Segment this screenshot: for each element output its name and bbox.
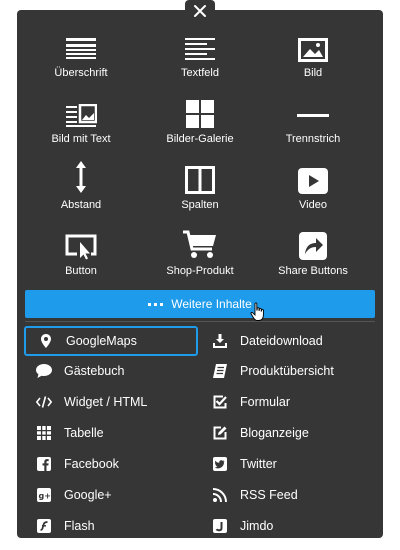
tile-label: Trennstrich bbox=[285, 133, 341, 145]
text-icon bbox=[185, 38, 215, 60]
gallery-icon bbox=[186, 100, 214, 128]
code-icon bbox=[36, 396, 52, 408]
list-item-label: Produktübersicht bbox=[240, 364, 334, 378]
hand-cursor-icon bbox=[250, 302, 264, 321]
image-text-icon bbox=[66, 104, 97, 127]
tile-divider[interactable]: Trennstrich bbox=[252, 92, 374, 154]
list-item-facebook[interactable]: Facebook bbox=[24, 449, 198, 479]
list-item-label: GoogleMaps bbox=[66, 334, 137, 348]
tile-image[interactable]: Bild bbox=[252, 26, 374, 88]
edit-box-icon bbox=[213, 426, 227, 440]
list-item-product-overview[interactable]: Produktübersicht bbox=[200, 356, 374, 386]
catalog-icon bbox=[213, 364, 227, 378]
tile-label: Bilder-Galerie bbox=[166, 133, 234, 145]
rss-icon bbox=[213, 488, 227, 502]
spacing-icon bbox=[76, 161, 86, 193]
list-item-widget-html[interactable]: Widget / HTML bbox=[24, 387, 198, 417]
list-item-label: Gästebuch bbox=[64, 364, 125, 378]
facebook-icon bbox=[37, 457, 51, 471]
dots-icon bbox=[148, 302, 164, 306]
tile-shop-product[interactable]: Shop-Produkt bbox=[139, 224, 261, 286]
tile-label: Bild mit Text bbox=[51, 133, 111, 145]
list-item-rss[interactable]: RSS Feed bbox=[200, 480, 374, 510]
download-icon bbox=[213, 334, 227, 348]
tile-button[interactable]: Button bbox=[20, 224, 142, 286]
google-plus-icon: g+ bbox=[37, 488, 51, 502]
svg-text:g+: g+ bbox=[39, 492, 51, 501]
list-item-table[interactable]: Tabelle bbox=[24, 418, 198, 448]
twitter-icon bbox=[213, 457, 227, 471]
list-item-file-download[interactable]: Dateidownload bbox=[200, 326, 374, 356]
list-item-flash[interactable]: Flash bbox=[24, 511, 198, 541]
list-item-googlemaps[interactable]: GoogleMaps bbox=[24, 326, 198, 356]
map-pin-icon bbox=[41, 334, 51, 348]
tile-label: Spalten bbox=[181, 199, 219, 211]
divider-icon bbox=[297, 114, 329, 117]
flash-icon bbox=[37, 519, 51, 533]
tile-label: Video bbox=[299, 199, 327, 211]
tile-label: Button bbox=[65, 265, 97, 277]
list-item-guestbook[interactable]: Gästebuch bbox=[24, 356, 198, 386]
list-item-twitter[interactable]: Twitter bbox=[200, 449, 374, 479]
tile-label: Überschrift bbox=[54, 67, 108, 79]
list-item-form[interactable]: Formular bbox=[200, 387, 374, 417]
list-item-label: Bloganzeige bbox=[240, 426, 309, 440]
list-item-label: Flash bbox=[64, 519, 95, 533]
list-item-label: RSS Feed bbox=[240, 488, 298, 502]
cart-icon bbox=[183, 230, 216, 258]
list-item-label: Dateidownload bbox=[240, 334, 323, 348]
tile-text[interactable]: Textfeld bbox=[139, 26, 261, 88]
image-icon bbox=[298, 38, 328, 62]
divider bbox=[25, 321, 375, 322]
list-item-label: Twitter bbox=[240, 457, 277, 471]
list-item-blog[interactable]: Bloganzeige bbox=[200, 418, 374, 448]
tile-heading[interactable]: Überschrift bbox=[20, 26, 142, 88]
list-item-label: Jimdo bbox=[240, 519, 274, 533]
form-check-icon bbox=[213, 395, 227, 409]
list-item-label: Widget / HTML bbox=[64, 395, 148, 409]
list-item-label: Google+ bbox=[64, 488, 112, 502]
jimdo-icon bbox=[213, 519, 227, 533]
tile-share-buttons[interactable]: Share Buttons bbox=[252, 224, 374, 286]
close-icon[interactable] bbox=[191, 2, 209, 20]
tile-label: Shop-Produkt bbox=[166, 265, 234, 277]
tile-label: Textfeld bbox=[181, 67, 219, 79]
more-content-button[interactable]: Weitere Inhalte bbox=[25, 290, 375, 318]
list-item-jimdo[interactable]: Jimdo bbox=[200, 511, 374, 541]
columns-icon bbox=[185, 166, 215, 194]
list-item-label: Facebook bbox=[64, 457, 119, 471]
list-item-label: Formular bbox=[240, 395, 291, 409]
video-icon bbox=[298, 168, 328, 194]
list-item-label: Tabelle bbox=[64, 426, 104, 440]
heading-icon bbox=[66, 38, 96, 59]
tile-image-text[interactable]: Bild mit Text bbox=[20, 92, 142, 154]
tile-label: Bild bbox=[303, 67, 323, 79]
tile-video[interactable]: Video bbox=[252, 158, 374, 220]
share-icon bbox=[299, 232, 327, 260]
speech-bubble-icon bbox=[36, 364, 52, 378]
tile-spacing[interactable]: Abstand bbox=[20, 158, 142, 220]
button-icon bbox=[65, 234, 97, 260]
tile-gallery[interactable]: Bilder-Galerie bbox=[139, 92, 261, 154]
table-icon bbox=[37, 426, 51, 440]
more-content-label: Weitere Inhalte bbox=[171, 297, 252, 311]
tile-label: Abstand bbox=[60, 199, 102, 211]
list-item-google-plus[interactable]: g+ Google+ bbox=[24, 480, 198, 510]
tile-label: Share Buttons bbox=[278, 265, 348, 277]
tile-columns[interactable]: Spalten bbox=[139, 158, 261, 220]
